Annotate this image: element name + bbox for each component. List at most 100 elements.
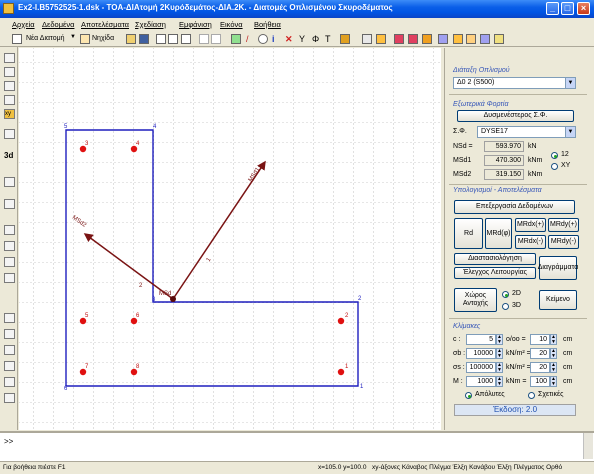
layer-icon[interactable] xyxy=(4,177,15,187)
rebar-2[interactable] xyxy=(337,317,345,325)
print-icon[interactable] xyxy=(168,34,178,44)
c-spinner[interactable]: ▲ ▼ xyxy=(496,334,503,345)
process-data-button[interactable]: Επεξεργασία Δεδομένων xyxy=(454,200,575,214)
select-icon[interactable] xyxy=(4,53,15,63)
toggle-4-icon[interactable] xyxy=(408,34,418,44)
copy-icon[interactable] xyxy=(181,34,191,44)
close-button[interactable]: × xyxy=(577,2,590,15)
tool-6-icon[interactable] xyxy=(4,313,15,323)
strength-space-button[interactable]: Χώρος Αντοχής xyxy=(454,288,497,312)
mrdy-plus-button[interactable]: MRdy(+) xyxy=(548,218,579,232)
xy-icon[interactable]: xy xyxy=(4,109,15,119)
menu-drawing[interactable]: Σχεδίαση xyxy=(135,20,166,29)
dropdown-arrow-icon[interactable]: ▼ xyxy=(70,34,80,44)
toggle-9-icon[interactable] xyxy=(480,34,490,44)
ss-input[interactable]: 100000 xyxy=(466,362,496,373)
sc-scale-spinner[interactable]: ▲ ▼ xyxy=(550,348,557,359)
text-icon[interactable]: T xyxy=(325,34,335,44)
menu-view[interactable]: Εμφάνιση xyxy=(179,20,212,29)
toggle-8-icon[interactable] xyxy=(466,34,476,44)
command-area[interactable]: >> xyxy=(0,431,594,461)
tool-7-icon[interactable] xyxy=(4,329,15,339)
chevron-down-icon[interactable]: ▼ xyxy=(565,78,575,88)
sketch-icon[interactable] xyxy=(80,34,90,44)
text-button[interactable]: Κείμενο xyxy=(539,290,577,310)
menu-data[interactable]: Δεδομένα xyxy=(42,20,74,29)
radio-relative[interactable] xyxy=(528,392,535,399)
tool-10-icon[interactable] xyxy=(4,377,15,387)
undo-icon[interactable] xyxy=(199,34,209,44)
new-file-icon[interactable] xyxy=(12,34,22,44)
phi-icon[interactable]: Φ xyxy=(312,34,322,44)
add-point-icon[interactable] xyxy=(231,34,241,44)
mrdy-minus-button[interactable]: MRdy(-) xyxy=(548,235,579,249)
command-scrollbar[interactable] xyxy=(583,433,593,459)
m-scale-input[interactable]: 100 xyxy=(530,376,550,387)
delete-icon[interactable]: ✕ xyxy=(285,34,295,44)
line-icon[interactable]: / xyxy=(246,34,256,44)
sizing-button[interactable]: Διαστασιολόγηση xyxy=(454,253,536,265)
chevron-down-icon[interactable]: ▼ xyxy=(565,127,575,137)
view-3d-icon[interactable]: 3d xyxy=(4,151,15,161)
worst-combination-button[interactable]: Δυσμενέστερος Σ.Φ. xyxy=(457,110,574,122)
tool-1-icon[interactable] xyxy=(4,199,15,209)
minimize-button[interactable]: _ xyxy=(546,2,559,15)
c-scale-input[interactable]: 10 xyxy=(530,334,550,345)
zoom-window-icon[interactable] xyxy=(4,67,15,77)
view-2d-icon[interactable] xyxy=(4,129,15,139)
circle-icon[interactable] xyxy=(258,34,268,44)
toggle-2-icon[interactable] xyxy=(376,34,386,44)
tool-2-icon[interactable] xyxy=(4,225,15,235)
sketch-button[interactable]: Νηχίδα xyxy=(92,33,114,45)
radio-12[interactable] xyxy=(551,152,558,159)
maximize-button[interactable]: □ xyxy=(561,2,574,15)
rd-button[interactable]: Rd xyxy=(454,218,483,249)
mrd-phi-button[interactable]: MRd(φ) xyxy=(485,218,512,249)
radio-xy[interactable] xyxy=(551,163,558,170)
m-scale-spinner[interactable]: ▲ ▼ xyxy=(550,376,557,387)
sc-spinner[interactable]: ▲ ▼ xyxy=(496,348,503,359)
menu-results[interactable]: Αποτελέσματα xyxy=(81,20,129,29)
toggle-6-icon[interactable] xyxy=(438,34,448,44)
sc-scale-input[interactable]: 20 xyxy=(530,348,550,359)
m-spinner[interactable]: ▲ ▼ xyxy=(496,376,503,387)
menu-image[interactable]: Εικόνα xyxy=(220,20,243,29)
menu-files[interactable]: Αρχεία xyxy=(12,20,35,29)
rebar-select[interactable]: Δ0 2 (S500) ▼ xyxy=(453,77,576,89)
mrdx-minus-button[interactable]: MRdx(-) xyxy=(515,235,546,249)
toggle-10-icon[interactable] xyxy=(494,34,504,44)
ss-scale-input[interactable]: 20 xyxy=(530,362,550,373)
serviceability-check-button[interactable]: Έλεγχος Λειτουργίας xyxy=(454,267,536,279)
print-preview-icon[interactable] xyxy=(156,34,166,44)
open-icon[interactable] xyxy=(126,34,136,44)
ss-scale-spinner[interactable]: ▲ ▼ xyxy=(550,362,557,373)
toggle-7-icon[interactable] xyxy=(453,34,463,44)
radio-2d[interactable] xyxy=(502,291,509,298)
tool-3-icon[interactable] xyxy=(4,241,15,251)
tool-4-icon[interactable] xyxy=(4,257,15,267)
color-box-icon[interactable] xyxy=(340,34,350,44)
mrdx-plus-button[interactable]: MRdx(+) xyxy=(515,218,546,232)
load-combination-select[interactable]: DYSE17 ▼ xyxy=(477,126,576,138)
m-input[interactable]: 1000 xyxy=(466,376,496,387)
c-scale-spinner[interactable]: ▲ ▼ xyxy=(550,334,557,345)
y-icon[interactable]: Y xyxy=(299,34,309,44)
toggle-1-icon[interactable] xyxy=(362,34,372,44)
info-icon[interactable]: i xyxy=(272,34,282,44)
ss-spinner[interactable]: ▲ ▼ xyxy=(496,362,503,373)
menu-help[interactable]: Βοήθεια xyxy=(254,20,281,29)
c-input[interactable]: 5 xyxy=(466,334,496,345)
diagrams-button[interactable]: Διαγράμματα xyxy=(538,256,578,280)
sc-input[interactable]: 10000 xyxy=(466,348,496,359)
tool-5-icon[interactable] xyxy=(4,273,15,283)
drawing-canvas[interactable]: 1 2 3 4 5 6 7 8 1 2 3 4 5 6 MSd MSd1 MSd… xyxy=(19,48,441,430)
radio-absolute[interactable] xyxy=(465,392,472,399)
rebar-1[interactable] xyxy=(337,368,345,376)
tool-8-icon[interactable] xyxy=(4,345,15,355)
tool-9-icon[interactable] xyxy=(4,361,15,371)
pan-icon[interactable] xyxy=(4,95,15,105)
radio-3d[interactable] xyxy=(502,303,509,310)
toggle-3-icon[interactable] xyxy=(394,34,404,44)
new-section-button[interactable]: Νέα Διατομή xyxy=(26,33,65,45)
redo-icon[interactable] xyxy=(211,34,221,44)
